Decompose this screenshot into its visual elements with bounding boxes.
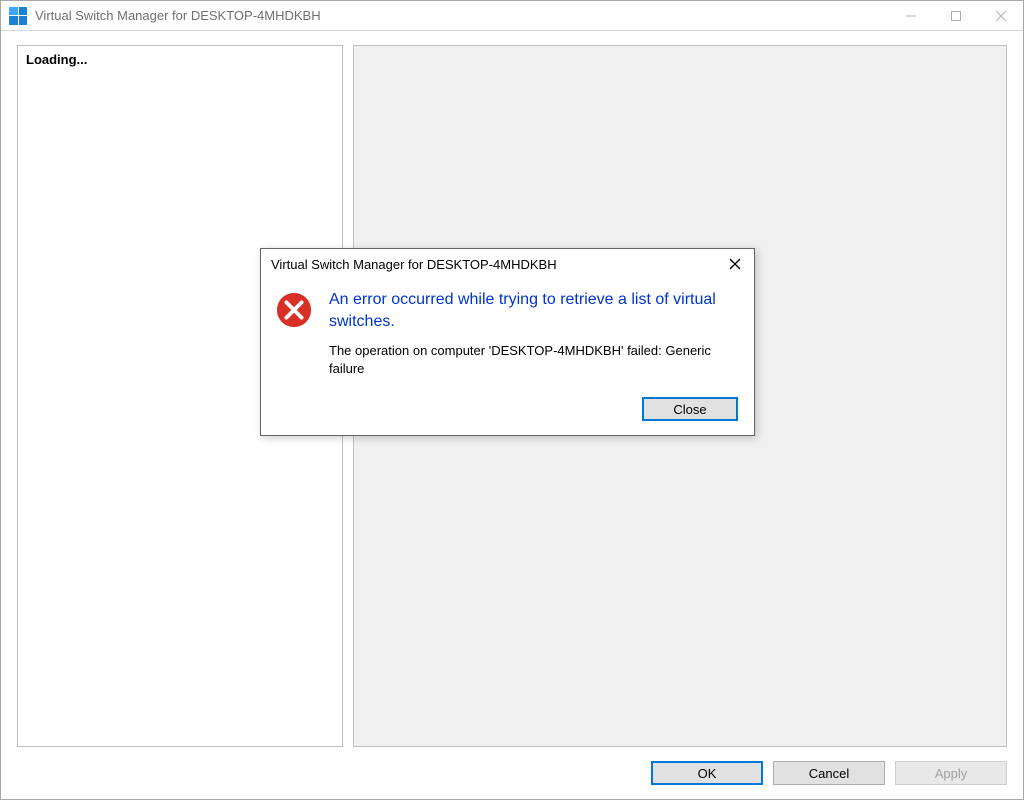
minimize-button[interactable] bbox=[888, 1, 933, 30]
ok-button[interactable]: OK bbox=[651, 761, 763, 785]
cancel-button-label: Cancel bbox=[809, 766, 849, 781]
maximize-button[interactable] bbox=[933, 1, 978, 30]
error-detail: The operation on computer 'DESKTOP-4MHDK… bbox=[329, 342, 736, 377]
dialog-close-button[interactable]: Close bbox=[642, 397, 738, 421]
bottom-buttons: OK Cancel Apply bbox=[17, 747, 1007, 787]
loading-text: Loading... bbox=[26, 52, 334, 67]
app-icon bbox=[9, 7, 27, 25]
window-controls bbox=[888, 1, 1023, 30]
dialog-close-button-label: Close bbox=[673, 402, 706, 417]
ok-button-label: OK bbox=[698, 766, 717, 781]
apply-button-label: Apply bbox=[935, 766, 968, 781]
error-icon bbox=[275, 291, 313, 329]
dialog-close-icon[interactable] bbox=[716, 250, 754, 278]
error-dialog: Virtual Switch Manager for DESKTOP-4MHDK… bbox=[260, 248, 755, 436]
window-title: Virtual Switch Manager for DESKTOP-4MHDK… bbox=[35, 8, 888, 23]
titlebar: Virtual Switch Manager for DESKTOP-4MHDK… bbox=[1, 1, 1023, 31]
apply-button: Apply bbox=[895, 761, 1007, 785]
dialog-footer: Close bbox=[261, 385, 754, 435]
dialog-titlebar: Virtual Switch Manager for DESKTOP-4MHDK… bbox=[261, 249, 754, 279]
close-window-button[interactable] bbox=[978, 1, 1023, 30]
error-heading: An error occurred while trying to retrie… bbox=[329, 289, 736, 332]
cancel-button[interactable]: Cancel bbox=[773, 761, 885, 785]
dialog-text: An error occurred while trying to retrie… bbox=[329, 289, 736, 377]
dialog-body: An error occurred while trying to retrie… bbox=[261, 279, 754, 385]
dialog-title: Virtual Switch Manager for DESKTOP-4MHDK… bbox=[271, 257, 716, 272]
